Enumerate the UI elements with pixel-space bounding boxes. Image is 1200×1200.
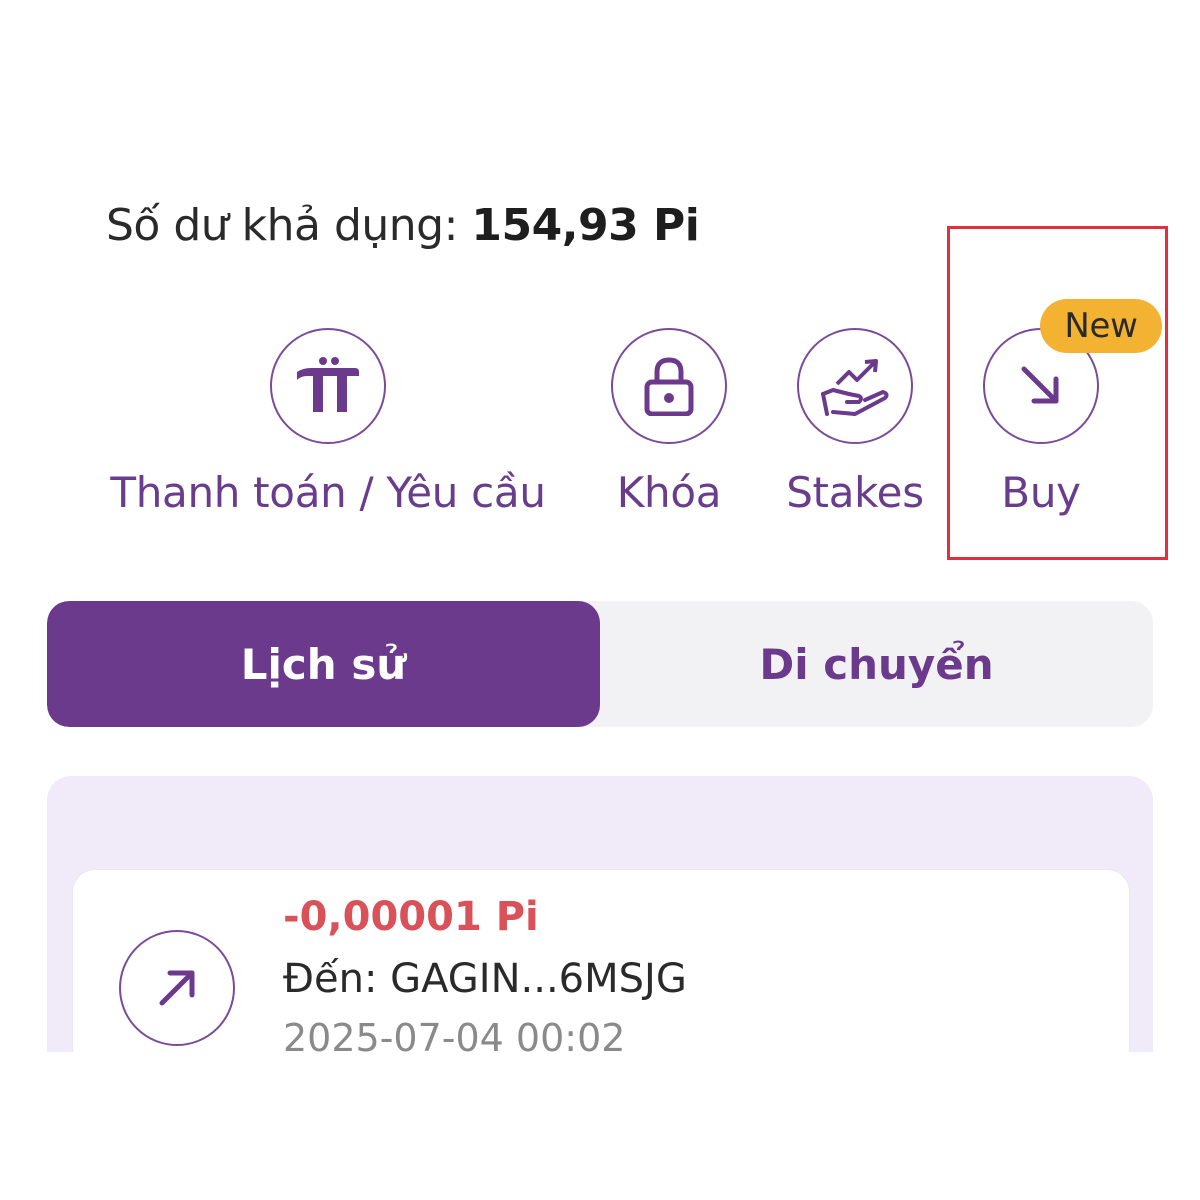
stake-hand-icon (821, 359, 889, 416)
transaction-item[interactable]: -0,00001 Pi Đến: GAGIN...6MSJG 2025-07-0… (73, 870, 1129, 1052)
arrow-down-right-icon (1021, 366, 1059, 404)
pay-request-label: Thanh toán / Yêu cầu (110, 468, 546, 517)
balance-label: Số dư khả dụng: (106, 200, 472, 251)
transaction-direction (119, 930, 235, 1046)
lock-icon (644, 357, 694, 416)
stakes-label: Stakes (786, 468, 924, 517)
tab-migration[interactable]: Di chuyển (600, 601, 1153, 727)
transaction-list: -0,00001 Pi Đến: GAGIN...6MSJG 2025-07-0… (47, 776, 1153, 1052)
buy-label: Buy (1001, 468, 1081, 517)
stakes-button[interactable]: Stakes (786, 328, 924, 517)
transaction-date: 2025-07-04 00:02 (283, 1016, 626, 1052)
stakes-circle[interactable] (797, 328, 913, 444)
arrow-up-right-icon (159, 970, 195, 1006)
tab-history[interactable]: Lịch sử (47, 601, 600, 727)
balance-amount: 154,93 Pi (471, 200, 700, 251)
lock-circle[interactable] (611, 328, 727, 444)
history-tabs: Lịch sử Di chuyển (47, 601, 1153, 727)
pay-request-circle[interactable] (270, 328, 386, 444)
pay-request-button[interactable]: Thanh toán / Yêu cầu (110, 328, 546, 517)
new-badge: New (1040, 299, 1162, 353)
lock-label: Khóa (616, 468, 722, 517)
wallet-screen: Số dư khả dụng: 154,93 Pi Thanh toán / Y… (0, 0, 1200, 1200)
lock-button[interactable]: Khóa (609, 328, 729, 517)
pi-icon (297, 357, 359, 412)
transaction-recipient: Đến: GAGIN...6MSJG (283, 956, 687, 1002)
available-balance: Số dư khả dụng: 154,93 Pi (106, 200, 700, 251)
transaction-amount: -0,00001 Pi (283, 894, 539, 940)
